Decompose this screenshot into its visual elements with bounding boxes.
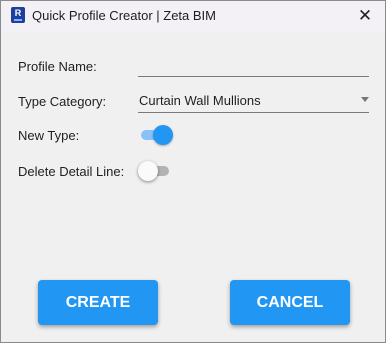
close-icon: ✕ xyxy=(357,6,373,25)
close-button[interactable]: ✕ xyxy=(345,1,385,31)
app-icon-stripe xyxy=(14,19,22,21)
toggle-knob xyxy=(153,125,173,145)
profile-name-underline xyxy=(138,76,369,77)
chevron-down-icon xyxy=(361,97,369,102)
new-type-toggle[interactable] xyxy=(141,125,173,145)
profile-name-label: Profile Name: xyxy=(18,59,97,74)
type-category-value: Curtain Wall Mullions xyxy=(139,93,261,108)
delete-detail-line-label: Delete Detail Line: xyxy=(18,164,125,179)
revit-app-icon: R xyxy=(11,7,25,23)
create-button[interactable]: CREATE xyxy=(38,280,158,325)
toggle-knob xyxy=(138,161,158,181)
window-title: Quick Profile Creator | Zeta BIM xyxy=(32,8,216,23)
dialog-window: R Quick Profile Creator | Zeta BIM ✕ Pro… xyxy=(0,0,386,343)
cancel-button[interactable]: CANCEL xyxy=(230,280,350,325)
new-type-label: New Type: xyxy=(18,128,80,143)
title-bar: R Quick Profile Creator | Zeta BIM ✕ xyxy=(1,1,385,31)
profile-name-input[interactable] xyxy=(138,53,369,75)
delete-detail-line-toggle[interactable] xyxy=(138,161,171,181)
type-category-label: Type Category: xyxy=(18,94,107,109)
dialog-body: Profile Name: Type Category: Curtain Wal… xyxy=(1,31,385,342)
app-icon-letter: R xyxy=(14,8,22,18)
type-category-underline xyxy=(138,112,369,113)
